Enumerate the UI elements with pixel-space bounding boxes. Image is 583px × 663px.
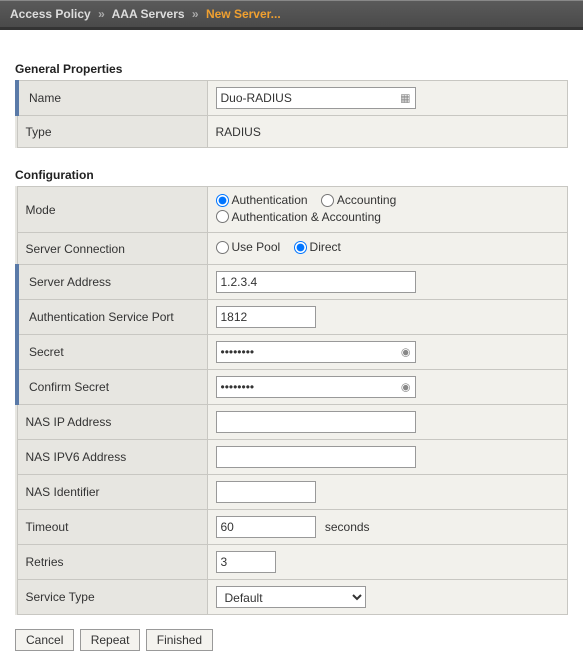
secret-input[interactable] [216, 341, 416, 363]
breadcrumb-sep: » [98, 7, 105, 21]
service-type-select[interactable]: Default [216, 586, 366, 608]
section-config-title: Configuration [15, 168, 568, 182]
mode-both-radio[interactable] [216, 210, 229, 223]
confirm-secret-label: Confirm Secret [17, 370, 207, 405]
confirm-secret-input[interactable] [216, 376, 416, 398]
name-input[interactable] [216, 87, 416, 109]
server-conn-pool-option[interactable]: Use Pool [216, 240, 281, 254]
repeat-button[interactable]: Repeat [80, 629, 141, 651]
retries-input[interactable] [216, 551, 276, 573]
general-properties-table: Name ▦ Type RADIUS [15, 80, 568, 148]
breadcrumb-current: New Server... [206, 7, 281, 21]
nas-ipv6-input[interactable] [216, 446, 416, 468]
cancel-button[interactable]: Cancel [15, 629, 74, 651]
mode-auth-radio[interactable] [216, 194, 229, 207]
type-label: Type [17, 116, 207, 148]
service-type-label: Service Type [17, 580, 207, 615]
breadcrumb-sep: » [192, 7, 199, 21]
auth-port-input[interactable] [216, 306, 316, 328]
server-conn-pool-radio[interactable] [216, 241, 229, 254]
server-address-input[interactable] [216, 271, 416, 293]
breadcrumb: Access Policy » AAA Servers » New Server… [0, 0, 583, 30]
mode-acct-option[interactable]: Accounting [321, 193, 396, 207]
nas-identifier-input[interactable] [216, 481, 316, 503]
mode-auth-option[interactable]: Authentication [216, 193, 308, 207]
configuration-table: Mode Authentication Accounting Authentic… [15, 186, 568, 615]
nas-ip-label: NAS IP Address [17, 405, 207, 440]
timeout-input[interactable] [216, 516, 316, 538]
server-conn-direct-radio[interactable] [294, 241, 307, 254]
breadcrumb-part[interactable]: Access Policy [10, 7, 91, 21]
retries-label: Retries [17, 545, 207, 580]
secret-label: Secret [17, 335, 207, 370]
mode-both-option[interactable]: Authentication & Accounting [216, 210, 381, 224]
nas-identifier-label: NAS Identifier [17, 475, 207, 510]
timeout-label: Timeout [17, 510, 207, 545]
section-general-title: General Properties [15, 62, 568, 76]
mode-acct-radio[interactable] [321, 194, 334, 207]
breadcrumb-part[interactable]: AAA Servers [112, 7, 185, 21]
server-address-label: Server Address [17, 265, 207, 300]
type-value: RADIUS [207, 116, 568, 148]
finished-button[interactable]: Finished [146, 629, 213, 651]
auth-port-label: Authentication Service Port [17, 300, 207, 335]
timeout-unit: seconds [325, 520, 370, 534]
name-label: Name [17, 81, 207, 116]
mode-label: Mode [17, 187, 207, 233]
server-conn-direct-option[interactable]: Direct [294, 240, 341, 254]
server-connection-label: Server Connection [17, 233, 207, 265]
nas-ip-input[interactable] [216, 411, 416, 433]
nas-ipv6-label: NAS IPV6 Address [17, 440, 207, 475]
